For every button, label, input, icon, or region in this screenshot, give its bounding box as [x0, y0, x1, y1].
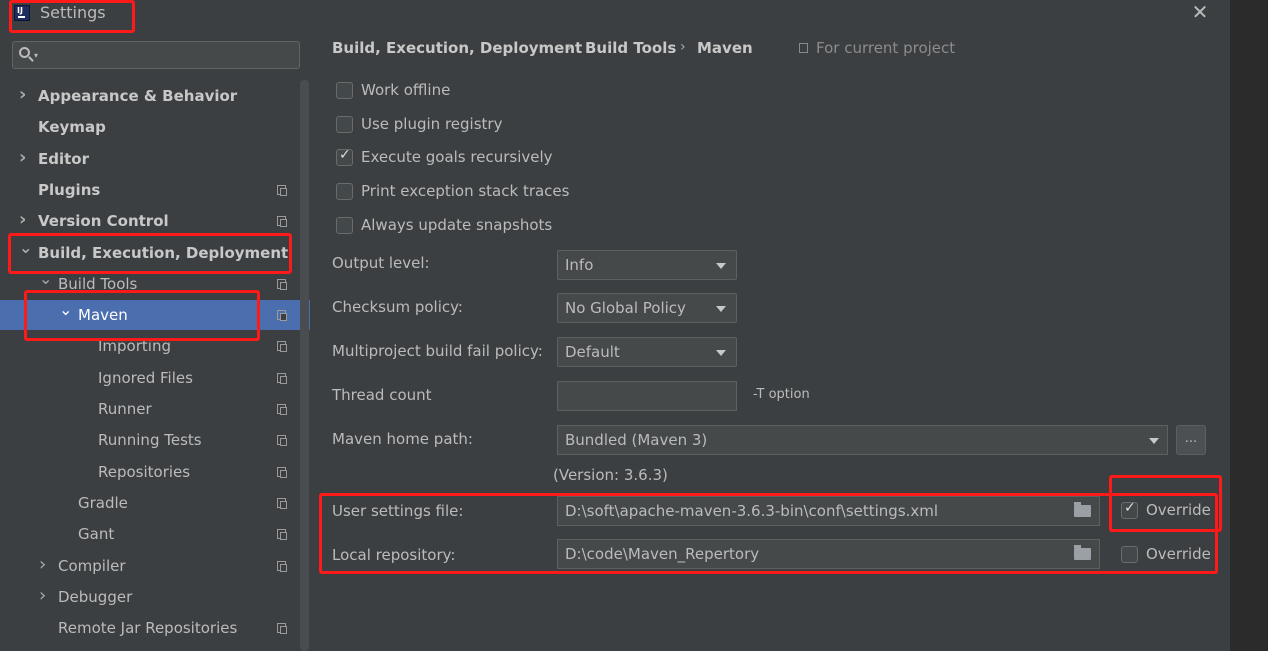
breadcrumb-item-maven: Maven — [697, 39, 753, 57]
project-scope-icon — [277, 561, 287, 572]
sidebar-item-label: Ignored Files — [98, 369, 193, 387]
project-scope-icon — [277, 310, 287, 321]
annotation-highlight-override — [1109, 475, 1222, 532]
chevron-down-icon — [716, 263, 726, 269]
maven-home-dropdown[interactable] — [1140, 425, 1168, 455]
sidebar-item-label: Debugger — [58, 588, 133, 606]
output-level-select[interactable]: Info — [557, 250, 737, 280]
project-scope-icon — [277, 341, 287, 352]
chevron-down-icon — [716, 306, 726, 312]
chevron-right-icon[interactable]: › — [39, 550, 51, 580]
breadcrumb-item-build-tools[interactable]: Build Tools — [585, 39, 676, 57]
sidebar-item-label: Remote Jar Repositories — [58, 619, 238, 637]
project-scope-icon — [799, 43, 808, 53]
annotation-highlight-settings — [319, 493, 1218, 574]
sidebar-item-label: Plugins — [38, 181, 101, 199]
sidebar-item-plugins[interactable]: Plugins — [0, 175, 300, 205]
chevron-down-icon — [1149, 438, 1159, 444]
sidebar-item-label: Running Tests — [98, 431, 202, 449]
checkbox-label: Print exception stack traces — [361, 182, 570, 200]
sidebar-item-compiler[interactable]: › Compiler — [0, 551, 300, 581]
checkbox-label: Work offline — [361, 81, 451, 99]
sidebar-item-label: Compiler — [58, 557, 126, 575]
title-bar — [0, 0, 1230, 30]
background-strip — [1230, 0, 1268, 651]
fail-policy-label: Multiproject build fail policy: — [332, 342, 543, 360]
sidebar-item-label: Appearance & Behavior — [38, 87, 238, 105]
chevron-right-icon[interactable]: › — [19, 80, 31, 110]
sidebar-item-ignored-files[interactable]: Ignored Files — [0, 363, 300, 393]
scope-label: For current project — [816, 39, 956, 57]
breadcrumb-item-build[interactable]: Build, Execution, Deployment — [332, 39, 582, 57]
checksum-policy-value: No Global Policy — [565, 299, 686, 317]
thread-count-hint: -T option — [753, 387, 810, 402]
checkbox-box[interactable]: ✓ — [336, 147, 353, 166]
checkbox-box[interactable] — [336, 217, 353, 234]
close-icon[interactable]: ✕ — [1190, 2, 1210, 22]
sidebar-item-label: Repositories — [98, 463, 191, 481]
output-level-value: Info — [565, 256, 594, 274]
checksum-policy-label: Checksum policy: — [332, 298, 463, 316]
project-scope-icon — [277, 467, 287, 478]
checkbox-box[interactable] — [336, 183, 353, 200]
output-level-label: Output level: — [332, 254, 430, 272]
breadcrumb-separator: › — [680, 39, 686, 55]
sidebar-item-gant[interactable]: Gant — [0, 519, 300, 549]
sidebar-item-remote-jar-repositories[interactable]: Remote Jar Repositories — [0, 613, 300, 643]
project-scope-icon — [277, 498, 287, 509]
project-scope-icon — [277, 216, 287, 227]
project-scope-icon — [277, 623, 287, 634]
sidebar-item-runner[interactable]: Runner — [0, 394, 300, 424]
checksum-policy-select[interactable]: No Global Policy — [557, 293, 737, 323]
checkmark-icon: ✓ — [339, 147, 351, 163]
annotation-highlight-maven — [24, 290, 260, 341]
chevron-right-icon[interactable]: › — [39, 581, 51, 611]
sidebar-item-appearance-behavior[interactable]: › Appearance & Behavior — [0, 81, 300, 111]
annotation-highlight-title — [9, 0, 135, 33]
project-scope-icon — [277, 404, 287, 415]
project-scope-icon — [277, 435, 287, 446]
breadcrumb-separator: › — [567, 39, 573, 55]
maven-home-label: Maven home path: — [332, 430, 473, 448]
sidebar-item-label: Gradle — [78, 494, 128, 512]
sidebar-item-keymap[interactable]: Keymap — [0, 112, 300, 142]
chevron-right-icon[interactable]: › — [19, 205, 31, 235]
sidebar-item-gradle[interactable]: Gradle — [0, 488, 300, 518]
search-options-chevron-icon[interactable]: ▾ — [34, 51, 38, 60]
maven-home-browse-button[interactable]: ... — [1176, 425, 1206, 455]
project-scope-icon — [277, 279, 287, 290]
sidebar-item-label: Editor — [38, 150, 89, 168]
sidebar-item-version-control[interactable]: › Version Control — [0, 206, 300, 236]
checkbox-label: Use plugin registry — [361, 115, 503, 133]
project-scope-icon — [277, 373, 287, 384]
checkbox-label: Always update snapshots — [361, 216, 553, 234]
sidebar-item-label: Runner — [98, 400, 152, 418]
thread-count-input[interactable] — [557, 381, 737, 411]
project-scope-icon — [277, 529, 287, 540]
checkbox-box[interactable] — [336, 82, 353, 99]
maven-home-value: Bundled (Maven 3) — [565, 431, 708, 449]
fail-policy-value: Default — [565, 343, 620, 361]
sidebar-item-running-tests[interactable]: Running Tests — [0, 425, 300, 455]
sidebar-item-debugger[interactable]: › Debugger — [0, 582, 300, 612]
sidebar-item-editor[interactable]: › Editor — [0, 144, 300, 174]
chevron-down-icon — [716, 350, 726, 356]
annotation-highlight-build — [8, 233, 292, 274]
sidebar-item-label: Gant — [78, 525, 115, 543]
sidebar-item-label: Keymap — [38, 118, 106, 136]
maven-version-text: (Version: 3.6.3) — [553, 466, 668, 484]
maven-home-combo[interactable]: Bundled (Maven 3) — [557, 425, 1141, 455]
search-input[interactable] — [12, 41, 300, 69]
chevron-right-icon[interactable]: › — [19, 143, 31, 173]
checkbox-box[interactable] — [336, 116, 353, 133]
sidebar-item-repositories[interactable]: Repositories — [0, 457, 300, 487]
sidebar-item-label: Version Control — [38, 212, 169, 230]
sidebar-scrollbar[interactable] — [300, 80, 309, 651]
checkbox-label: Execute goals recursively — [361, 148, 553, 166]
thread-count-label: Thread count — [332, 386, 432, 404]
project-scope-icon — [277, 185, 287, 196]
fail-policy-select[interactable]: Default — [557, 337, 737, 367]
